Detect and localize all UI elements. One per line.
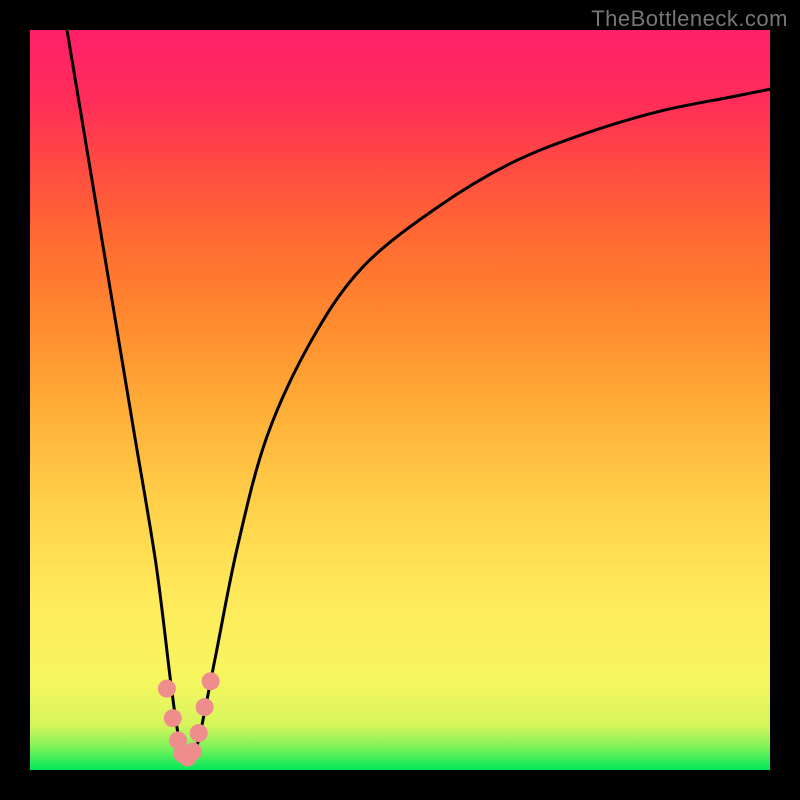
highlight-dot [202, 672, 220, 690]
highlight-dot [158, 680, 176, 698]
plot-area [30, 30, 770, 770]
highlight-dots [30, 30, 770, 770]
highlight-dot [184, 743, 202, 761]
highlight-dot [190, 724, 208, 742]
dots-group [158, 672, 220, 766]
watermark-text: TheBottleneck.com [591, 6, 788, 32]
chart-frame: TheBottleneck.com [0, 0, 800, 800]
highlight-dot [164, 709, 182, 727]
highlight-dot [196, 698, 214, 716]
